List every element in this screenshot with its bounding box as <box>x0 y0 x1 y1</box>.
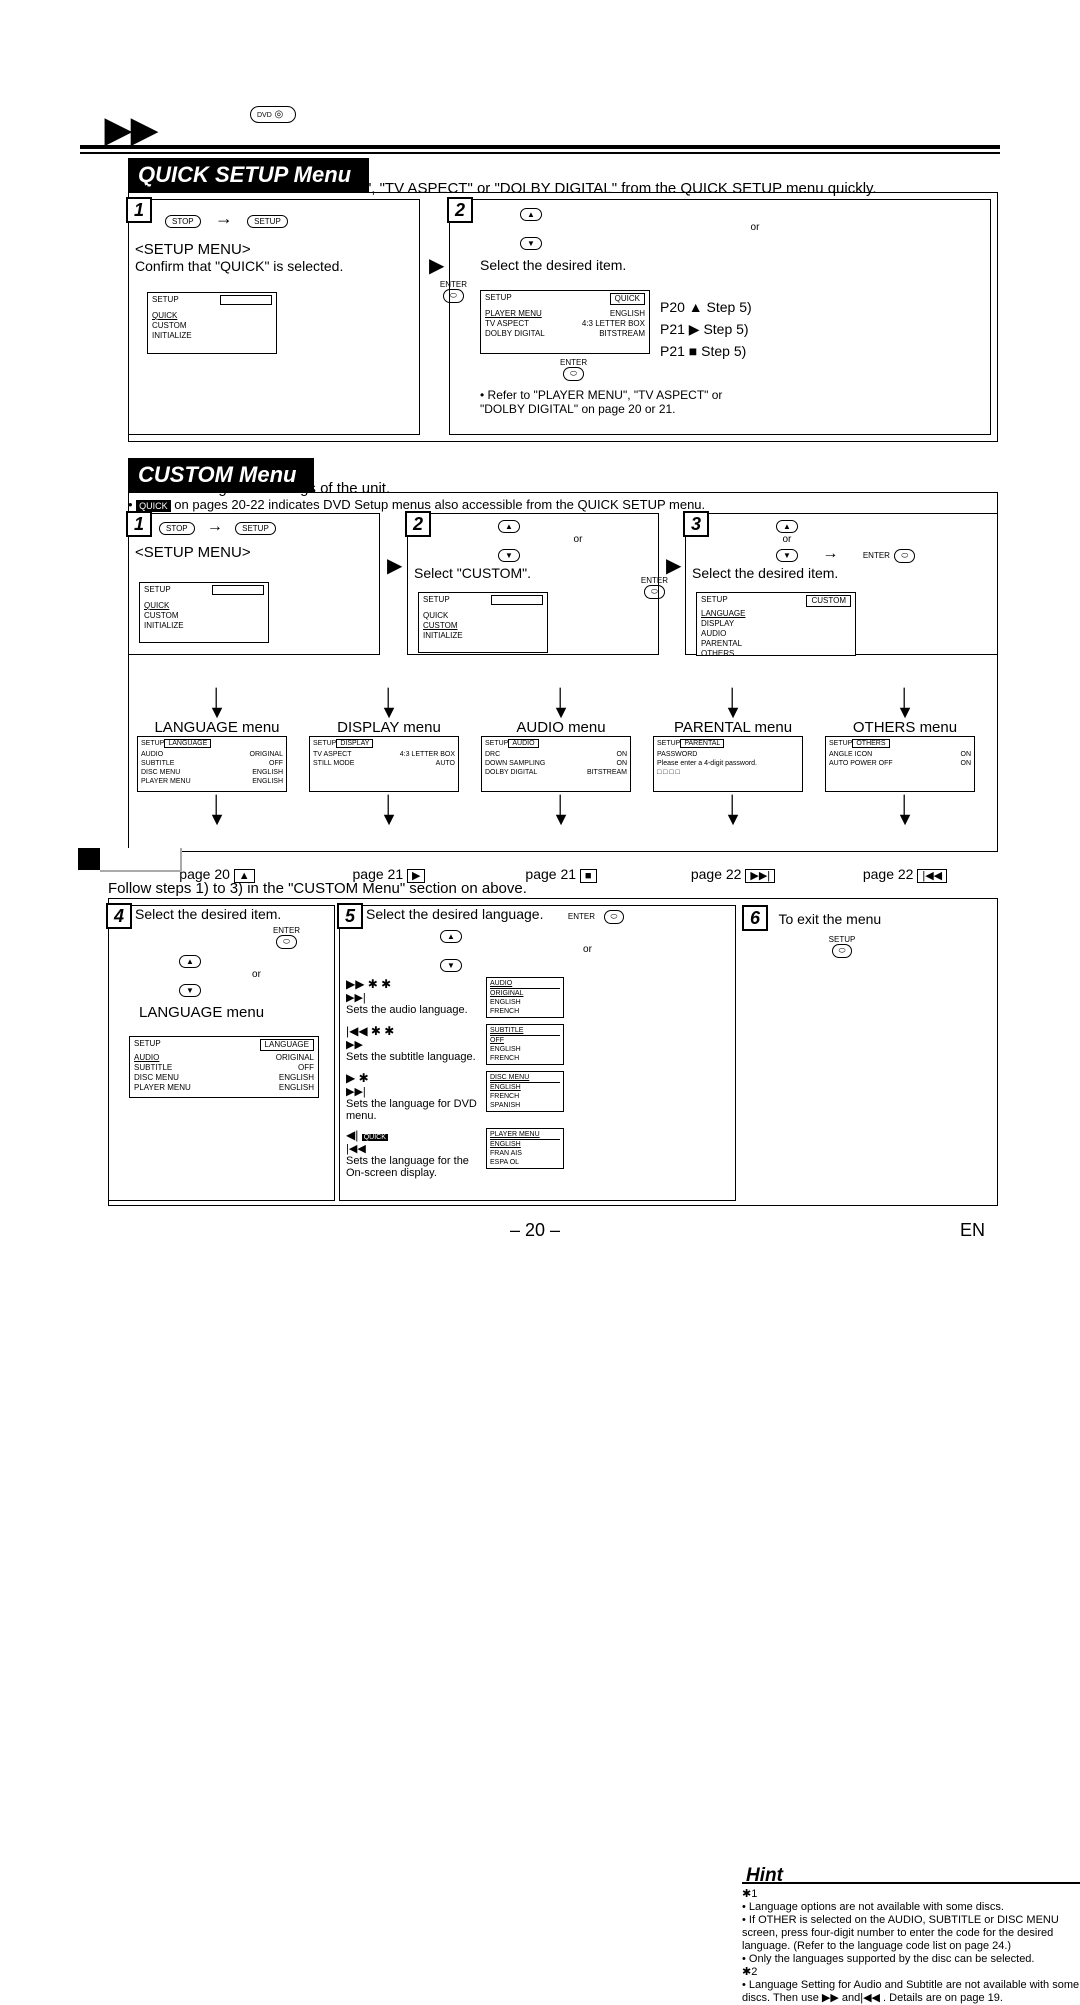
setup-menu-heading: <SETUP MENU> <box>129 229 419 258</box>
cstep3-inst: Select the desired item. <box>686 563 997 581</box>
menu-column: │▼DISPLAY menuSETUPDISPLAYTV ASPECT4:3 L… <box>309 691 469 882</box>
enter-button-2[interactable]: ⬭ <box>563 367 584 381</box>
down-button-4[interactable]: ▼ <box>179 984 201 997</box>
language-menu-title: LANGUAGE menu <box>109 998 334 1021</box>
fast-forward-icon: ▶▶ <box>105 110 157 150</box>
cstep3-num: 3 <box>683 511 709 537</box>
down-button[interactable]: ▼ <box>520 237 542 250</box>
language-detail-frame: 4 Select the desired item. ENTER⬭ ▲or▼ L… <box>108 898 998 1206</box>
confirm-text: Confirm that "QUICK" is selected. <box>129 258 419 274</box>
side-tab-icon <box>78 848 100 870</box>
setup-screen-quick: SETUP QUICK CUSTOM INITIALIZE <box>147 292 277 354</box>
lstep6-inst: To exit the menu <box>772 911 881 927</box>
setup-button-3[interactable]: ⬭ <box>832 944 853 958</box>
page-lang: EN <box>960 1220 985 1241</box>
down-button-5[interactable]: ▼ <box>440 959 462 972</box>
up-button[interactable]: ▲ <box>520 208 542 221</box>
setup-button-2[interactable]: SETUP <box>235 522 276 535</box>
lstep4-screen: SETUPLANGUAGE AUDIOORIGINALSUBTITLEOFFDI… <box>129 1036 319 1098</box>
lstep6-num: 6 <box>742 905 768 931</box>
ref-p21a: P21 ▶ Step 5) <box>660 318 752 340</box>
step2-number: 2 <box>447 197 473 223</box>
cstep1-heading: <SETUP MENU> <box>129 536 379 561</box>
up-button-3[interactable]: ▲ <box>776 520 798 533</box>
stop-button[interactable]: STOP <box>165 215 201 228</box>
arrow-right-icon: ▶ <box>429 253 444 278</box>
enter-button-4[interactable]: ⬭ <box>894 549 915 563</box>
down-button-3[interactable]: ▼ <box>776 549 798 562</box>
follow-steps-text: Follow steps 1) to 3) in the "CUSTOM Men… <box>108 880 527 897</box>
enter-button-3[interactable]: ⬭ <box>644 585 665 599</box>
up-button-2[interactable]: ▲ <box>498 520 520 533</box>
step1-number: 1 <box>126 197 152 223</box>
lstep4-inst: Select the desired item. <box>109 906 334 922</box>
menu-column: │▼OTHERS menuSETUPOTHERSANGLE ICONONAUTO… <box>825 691 985 882</box>
header-rule-2 <box>80 152 1000 154</box>
ref-p20: P20 ▲ Step 5) <box>660 296 752 318</box>
quick-note: • Refer to "PLAYER MENU", "TV ASPECT" or… <box>480 388 730 416</box>
cstep3-screen: SETUPCUSTOM LANGUAGEDISPLAYAUDIOPARENTAL… <box>696 592 856 656</box>
setup-button[interactable]: SETUP <box>247 215 288 228</box>
down-button-2[interactable]: ▼ <box>498 549 520 562</box>
custom-frame: 1 STOP → SETUP <SETUP MENU> SETUP QUICKC… <box>128 492 998 852</box>
hint-box: Hint ✱1 • Language options are not avail… <box>742 1869 1080 2005</box>
lstep5-num: 5 <box>337 903 363 929</box>
cstep1-num: 1 <box>126 511 152 537</box>
menu-column: │▼AUDIO menuSETUPAUDIODRCONDOWN SAMPLING… <box>481 691 641 882</box>
dvd-badge: DVD ◎ <box>250 106 296 123</box>
up-button-4[interactable]: ▲ <box>179 955 201 968</box>
enter-button-5[interactable]: ⬭ <box>276 935 297 949</box>
ref-p21b: P21 ■ Step 5) <box>660 340 752 362</box>
cstep2-inst: Select "CUSTOM". <box>408 563 658 581</box>
lstep4-num: 4 <box>106 903 132 929</box>
quick-setup-screen: SETUPQUICK PLAYER MENUENGLISH TV ASPECT4… <box>480 290 650 354</box>
hint-title: Hint <box>742 1869 1080 1884</box>
header-rule <box>80 145 1000 149</box>
cstep2-screen: SETUP QUICKCUSTOMINITIALIZE <box>418 592 548 653</box>
cstep1-screen: SETUP QUICKCUSTOMINITIALIZE <box>139 582 269 643</box>
up-button-5[interactable]: ▲ <box>440 930 462 943</box>
lstep5-inst: Select the desired language. <box>340 906 543 922</box>
enter-button-6[interactable]: ⬭ <box>604 910 625 924</box>
quick-setup-frame: 1 STOP → SETUP <SETUP MENU> Confirm that… <box>128 192 998 442</box>
side-tab-shadow <box>100 848 182 872</box>
cstep2-num: 2 <box>405 511 431 537</box>
select-item-text: Select the desired item. <box>450 251 990 273</box>
stop-button-2[interactable]: STOP <box>159 522 195 535</box>
menu-column: │▼PARENTAL menuSETUPPARENTALPASSWORDPlea… <box>653 691 813 882</box>
page-number: – 20 – <box>510 1220 560 1241</box>
